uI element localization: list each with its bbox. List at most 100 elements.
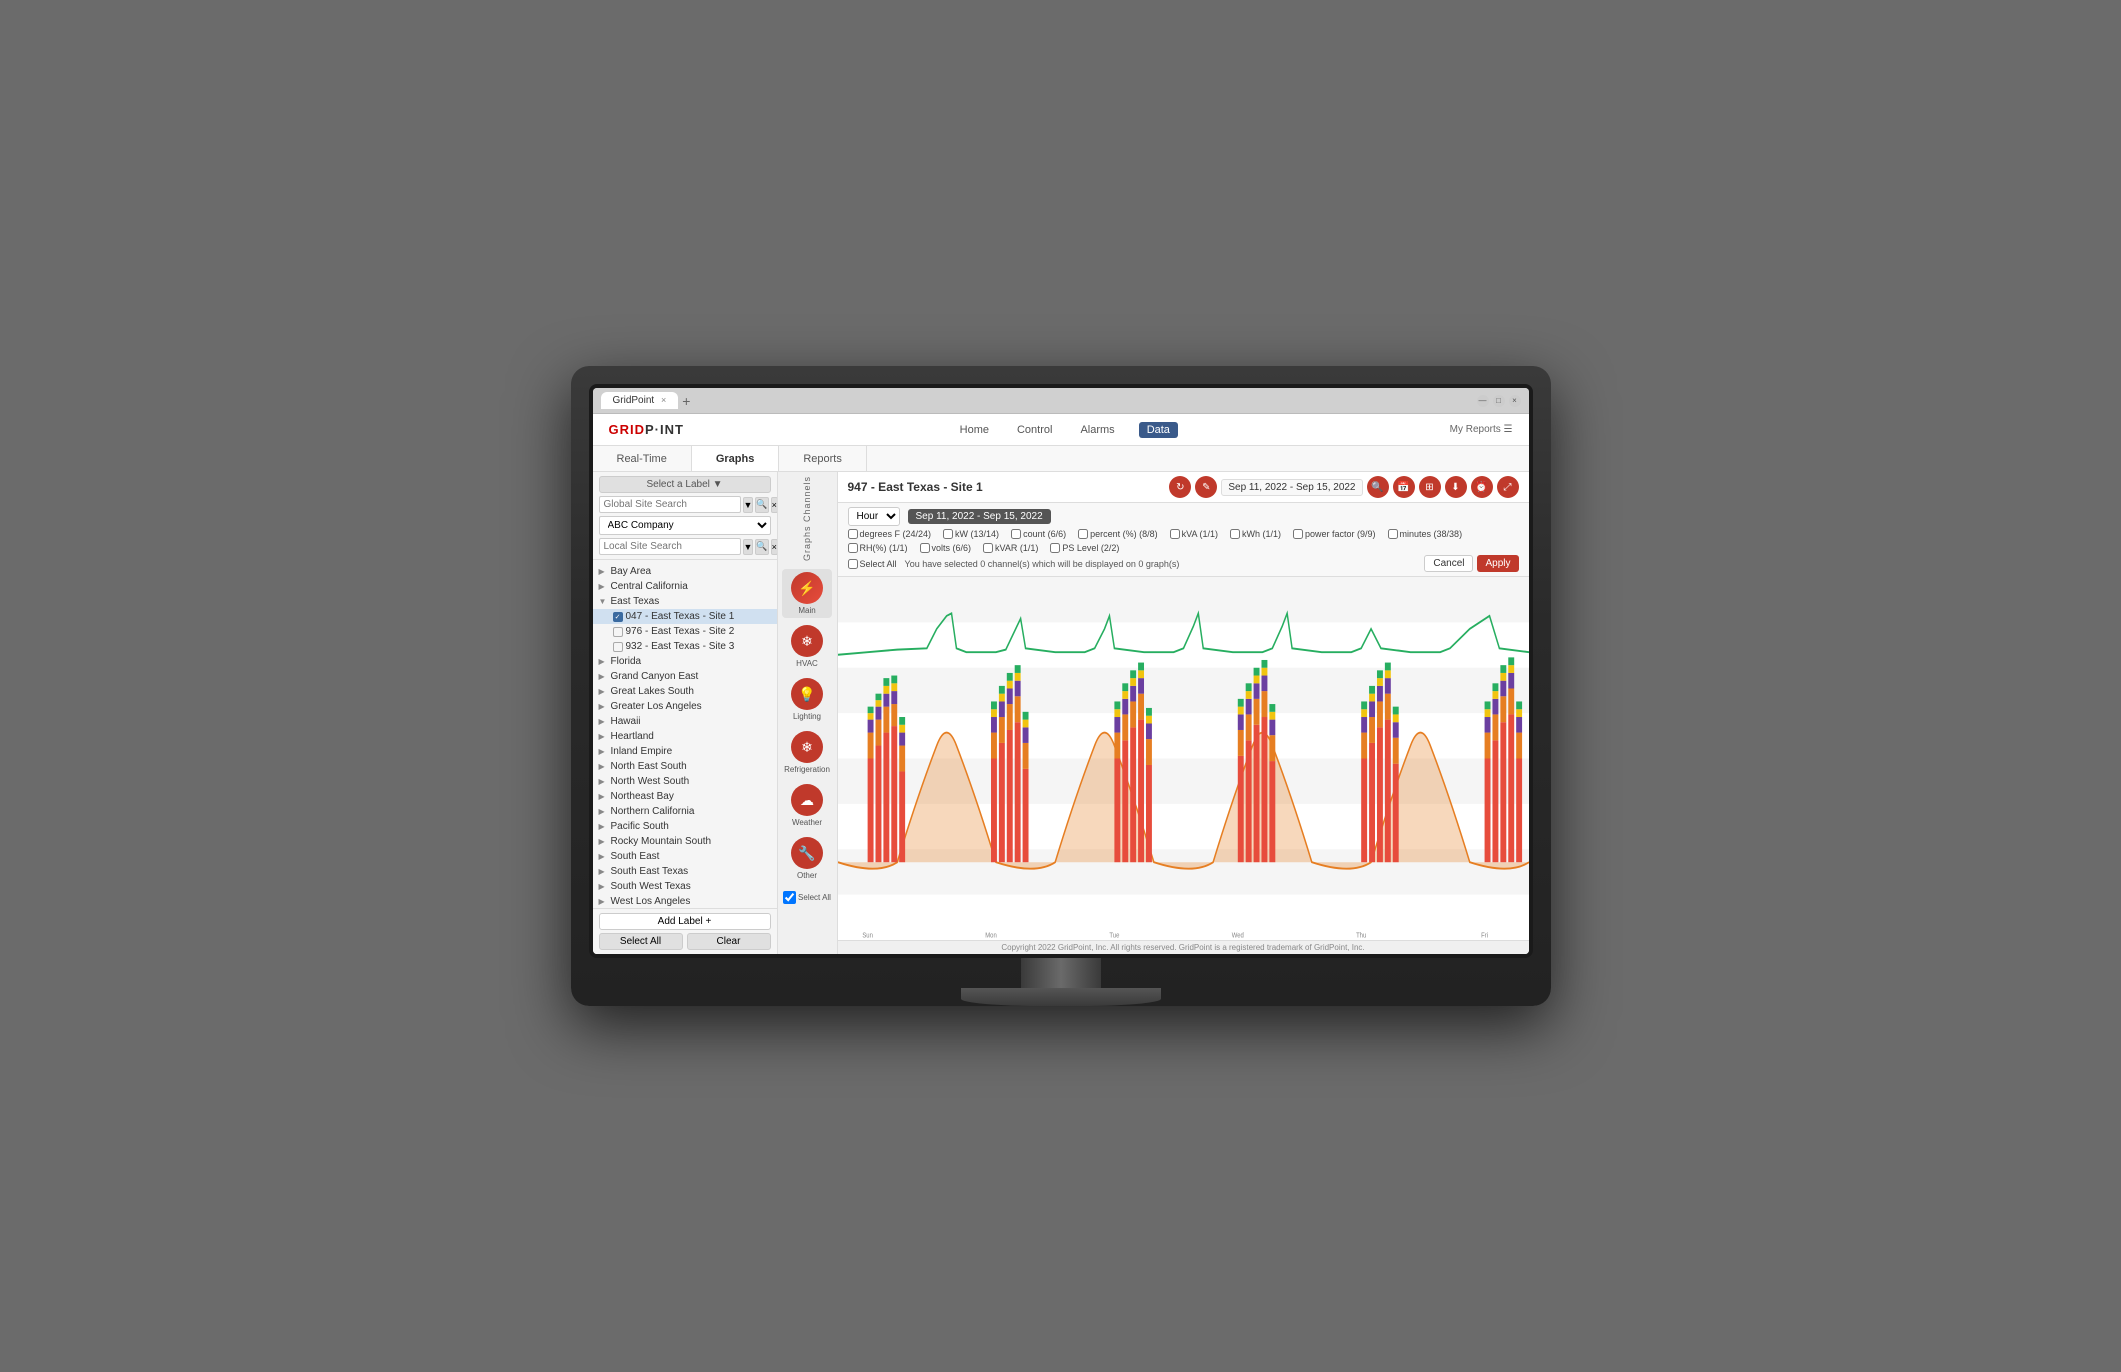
channel-select-all[interactable]: Select All	[783, 891, 831, 904]
clock-icon-btn[interactable]: ⏰	[1471, 476, 1493, 498]
nav-home[interactable]: Home	[956, 422, 993, 438]
tree-item-great-lakes[interactable]: ▶ Great Lakes South	[593, 684, 777, 699]
select-label-dropdown[interactable]: Select a Label ▼	[599, 476, 771, 493]
search-icon-btn[interactable]: 🔍	[1367, 476, 1389, 498]
cb-minutes[interactable]: minutes (38/38)	[1388, 529, 1463, 539]
add-label-button[interactable]: Add Label +	[599, 913, 771, 930]
tree-item-north-west-south[interactable]: ▶ North West South	[593, 774, 777, 789]
cb-rh[interactable]: RH(%) (1/1)	[848, 543, 908, 553]
cb-power-factor-input[interactable]	[1293, 529, 1303, 539]
cb-volts-input[interactable]	[920, 543, 930, 553]
tab-realtime[interactable]: Real-Time	[593, 446, 692, 471]
local-site-search[interactable]	[599, 538, 741, 555]
channel-hvac[interactable]: ❄ HVAC	[782, 622, 832, 671]
cb-kwh[interactable]: kWh (1/1)	[1230, 529, 1281, 539]
apply-button[interactable]: Apply	[1477, 555, 1518, 572]
cb-power-factor[interactable]: power factor (9/9)	[1293, 529, 1376, 539]
local-search-icon[interactable]: 🔍	[755, 539, 768, 555]
cb-percent-input[interactable]	[1078, 529, 1088, 539]
channel-main[interactable]: ⚡ Main	[782, 569, 832, 618]
tree-item-rocky-mountain-south[interactable]: ▶ Rocky Mountain South	[593, 834, 777, 849]
global-search-filter-icon[interactable]: ▼	[743, 497, 754, 513]
tab-reports[interactable]: Reports	[779, 446, 867, 471]
tree-item-pacific-south[interactable]: ▶ Pacific South	[593, 819, 777, 834]
tree-item-checkbox[interactable]	[613, 642, 623, 652]
company-select[interactable]: ABC Company	[599, 516, 771, 535]
tree-item-grand-canyon[interactable]: ▶ Grand Canyon East	[593, 669, 777, 684]
edit-icon-btn[interactable]: ✎	[1195, 476, 1217, 498]
cb-kw-input[interactable]	[943, 529, 953, 539]
tree-item-bay-area[interactable]: ▶ Bay Area	[593, 564, 777, 579]
refresh-icon-btn[interactable]: ↻	[1169, 476, 1191, 498]
cb-kva[interactable]: kVA (1/1)	[1170, 529, 1218, 539]
cb-volts[interactable]: volts (6/6)	[920, 543, 972, 553]
maximize-button[interactable]: □	[1493, 395, 1505, 407]
cb-kvar[interactable]: kVAR (1/1)	[983, 543, 1038, 553]
new-tab-button[interactable]: +	[682, 393, 690, 409]
nav-alarms[interactable]: Alarms	[1076, 422, 1118, 438]
cb-percent[interactable]: percent (%) (8/8)	[1078, 529, 1158, 539]
date-range-button[interactable]: Sep 11, 2022 - Sep 15, 2022	[908, 509, 1051, 524]
tree-item-central-ca[interactable]: ▶ Central California	[593, 579, 777, 594]
local-search-clear-icon[interactable]: ×	[771, 539, 778, 555]
cb-ps-level-input[interactable]	[1050, 543, 1060, 553]
tab-close-icon[interactable]: ×	[661, 395, 666, 405]
tree-item-checkbox[interactable]: ✓	[613, 612, 623, 622]
tree-item-932[interactable]: 932 - East Texas - Site 3	[593, 639, 777, 654]
select-all-button[interactable]: Select All	[599, 933, 683, 950]
download-icon-btn[interactable]: ⬇	[1445, 476, 1467, 498]
cb-ps-level[interactable]: PS Level (2/2)	[1050, 543, 1119, 553]
tree-item-south-east[interactable]: ▶ South East	[593, 849, 777, 864]
global-site-search[interactable]	[599, 496, 741, 513]
cb-degrees-f-input[interactable]	[848, 529, 858, 539]
cb-kva-input[interactable]	[1170, 529, 1180, 539]
tree-item-south-west-texas[interactable]: ▶ South West Texas	[593, 879, 777, 894]
tree-item-047[interactable]: ✓ 047 - East Texas - Site 1	[593, 609, 777, 624]
tree-item-west-la[interactable]: ▶ West Los Angeles	[593, 894, 777, 908]
tree-item-heartland[interactable]: ▶ Heartland	[593, 729, 777, 744]
channel-lighting[interactable]: 💡 Lighting	[782, 675, 832, 724]
cb-minutes-input[interactable]	[1388, 529, 1398, 539]
grid-icon-btn[interactable]: ⊞	[1419, 476, 1441, 498]
tree-item-east-texas[interactable]: ▼ East Texas	[593, 594, 777, 609]
cb-count[interactable]: count (6/6)	[1011, 529, 1066, 539]
select-all-checkbox[interactable]	[783, 891, 796, 904]
channel-weather[interactable]: ☁ Weather	[782, 781, 832, 830]
tree-item-greater-la[interactable]: ▶ Greater Los Angeles	[593, 699, 777, 714]
tree-item-hawaii[interactable]: ▶ Hawaii	[593, 714, 777, 729]
calendar-icon-btn[interactable]: 📅	[1393, 476, 1415, 498]
tree-item-inland-empire[interactable]: ▶ Inland Empire	[593, 744, 777, 759]
cb-kwh-input[interactable]	[1230, 529, 1240, 539]
tree-item-south-east-texas[interactable]: ▶ South East Texas	[593, 864, 777, 879]
global-search-clear-icon[interactable]: ×	[771, 497, 778, 513]
select-all-channels[interactable]: Select All	[848, 559, 897, 569]
cb-kvar-input[interactable]	[983, 543, 993, 553]
clear-button[interactable]: Clear	[687, 933, 771, 950]
cancel-button[interactable]: Cancel	[1424, 555, 1473, 572]
channel-refrigeration[interactable]: ❄ Refrigeration	[782, 728, 832, 777]
cb-rh-input[interactable]	[848, 543, 858, 553]
stand-neck	[1021, 958, 1101, 988]
global-search-icon[interactable]: 🔍	[755, 497, 768, 513]
tree-item-north-east-south[interactable]: ▶ North East South	[593, 759, 777, 774]
cb-kw[interactable]: kW (13/14)	[943, 529, 999, 539]
nav-data[interactable]: Data	[1139, 422, 1178, 438]
nav-control[interactable]: Control	[1013, 422, 1056, 438]
interval-select[interactable]: Hour	[848, 507, 900, 526]
close-button[interactable]: ×	[1509, 395, 1521, 407]
cb-count-input[interactable]	[1011, 529, 1021, 539]
tree-item-northeast-bay[interactable]: ▶ Northeast Bay	[593, 789, 777, 804]
tab-graphs[interactable]: Graphs	[692, 446, 780, 471]
browser-tab[interactable]: GridPoint ×	[601, 392, 679, 409]
tree-item-976[interactable]: 976 - East Texas - Site 2	[593, 624, 777, 639]
expand-icon-btn[interactable]: ⤢	[1497, 476, 1519, 498]
select-all-input[interactable]	[848, 559, 858, 569]
my-reports-link[interactable]: My Reports ☰	[1450, 424, 1513, 435]
minimize-button[interactable]: —	[1477, 395, 1489, 407]
cb-degrees-f[interactable]: degrees F (24/24)	[848, 529, 932, 539]
tree-item-florida[interactable]: ▶ Florida	[593, 654, 777, 669]
local-search-filter-icon[interactable]: ▼	[743, 539, 754, 555]
channel-other[interactable]: 🔧 Other	[782, 834, 832, 883]
tree-item-checkbox[interactable]	[613, 627, 623, 637]
tree-item-northern-ca[interactable]: ▶ Northern California	[593, 804, 777, 819]
